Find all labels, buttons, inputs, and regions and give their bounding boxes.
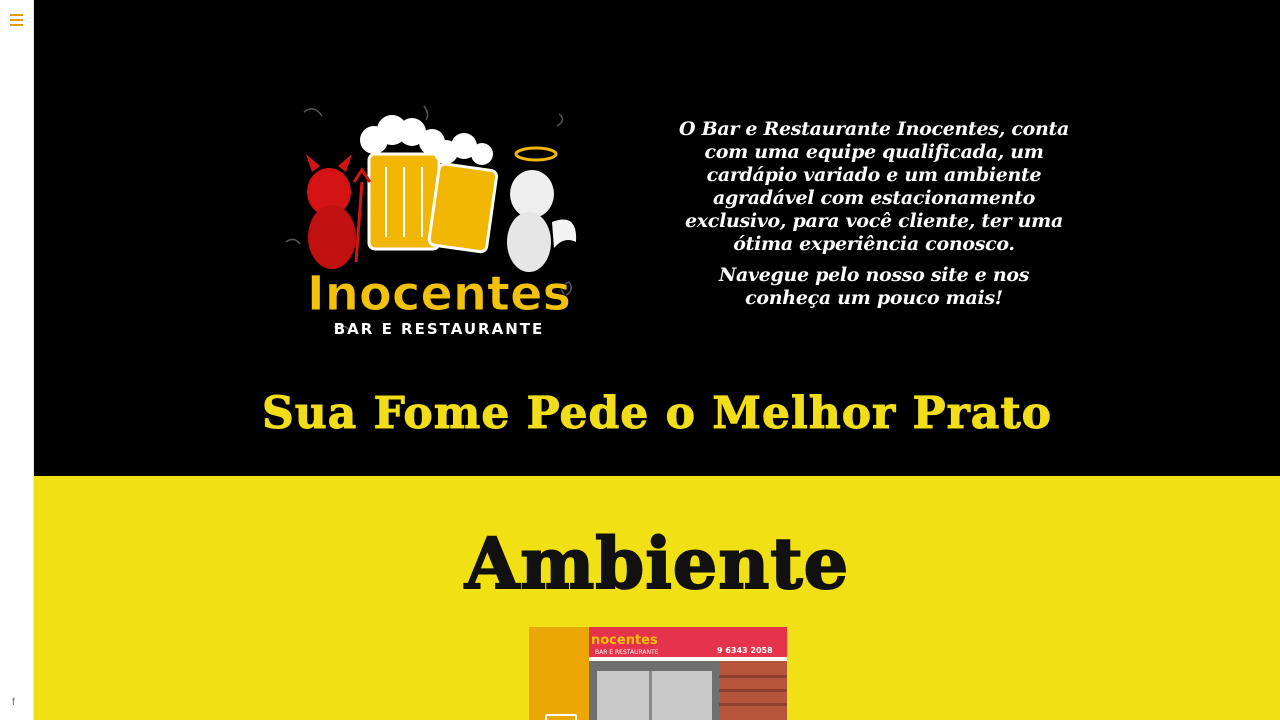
restaurant-front-image: nocentes BAR E RESTAURANTE 9 6343 2058 <box>589 627 787 720</box>
intro-paragraph: O Bar e Restaurante Inocentes, conta com… <box>679 118 1069 255</box>
svg-text:BAR E RESTAURANTE: BAR E RESTAURANTE <box>334 320 544 338</box>
svg-text:9 6343 2058: 9 6343 2058 <box>717 646 773 655</box>
svg-text:Inocentes: Inocentes <box>307 266 571 322</box>
tagline: Sua Fome Pede o Melhor Prato <box>262 388 1052 440</box>
section-title: Ambiente <box>464 521 850 606</box>
ambiente-photo[interactable]: nocentes BAR E RESTAURANTE 9 6343 2058 <box>529 627 787 720</box>
inocentes-logo: Inocentes BAR E RESTAURANTE <box>274 92 604 342</box>
svg-text:nocentes: nocentes <box>591 633 658 648</box>
ambiente-section: Ambiente nocentes BAR E RESTAURANTE 9 63… <box>34 476 1280 720</box>
intro-text: O Bar e Restaurante Inocentes, conta com… <box>679 118 1069 318</box>
intro-call-to-action: Navegue pelo nosso site e nos conheça um… <box>718 264 1030 309</box>
svg-text:BAR E RESTAURANTE: BAR E RESTAURANTE <box>595 649 659 656</box>
photo-overlay <box>529 627 589 720</box>
camera-icon <box>545 714 577 720</box>
facebook-icon[interactable]: f <box>12 697 15 708</box>
hamburger-menu-icon[interactable] <box>10 14 23 26</box>
hero-section: Inocentes BAR E RESTAURANTE O Bar e Rest… <box>34 0 1280 476</box>
sidebar: f <box>0 0 34 720</box>
